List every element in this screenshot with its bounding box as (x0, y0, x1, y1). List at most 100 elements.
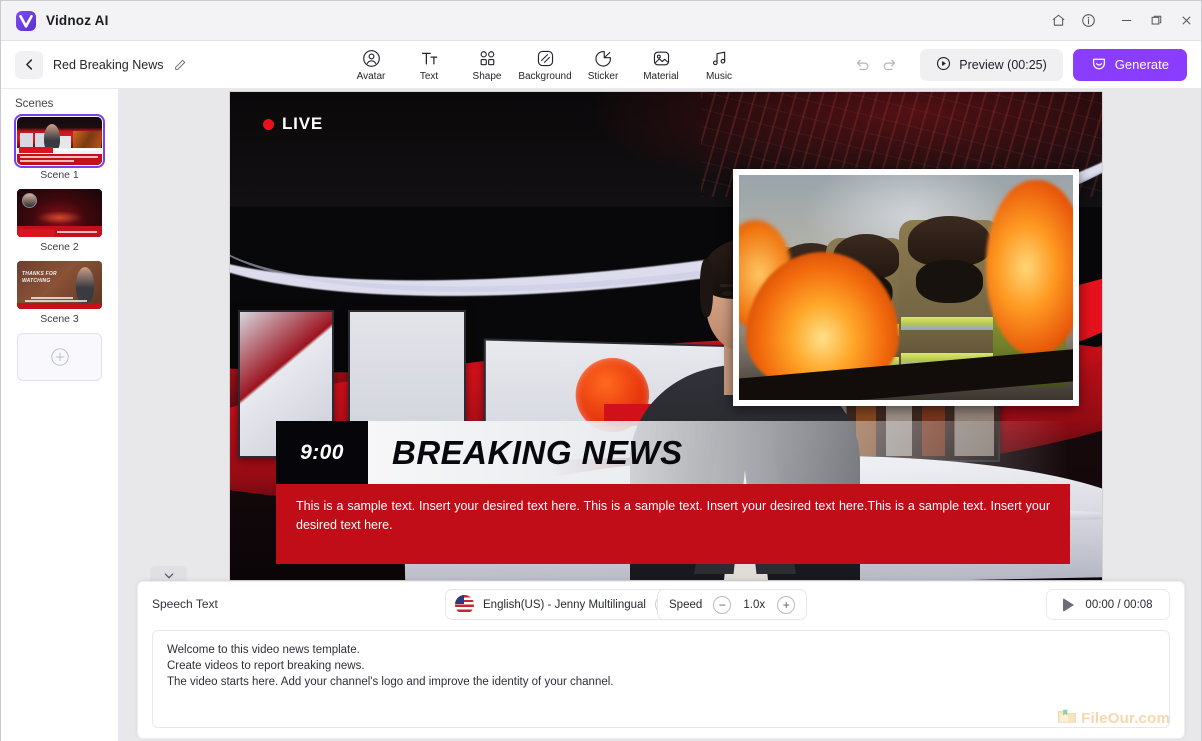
speed-control: Speed − 1.0x + (657, 589, 808, 620)
us-flag-icon (455, 595, 474, 614)
scene-list-item-3[interactable]: THANKS FOR WATCHING Scene 3 (1, 261, 118, 325)
tool-group: Avatar Text Shape Background Sticker Mat… (342, 41, 748, 89)
speech-panel: Speech Text English(US) - Jenny Multilin… (137, 581, 1185, 739)
helmet-icon (908, 216, 991, 266)
preview-play-icon (936, 56, 951, 74)
scene-thumbnail-3[interactable]: THANKS FOR WATCHING (17, 261, 102, 309)
music-icon (710, 48, 729, 69)
pencil-icon[interactable] (173, 58, 187, 72)
script-textarea[interactable]: Welcome to this video news template. Cre… (152, 630, 1170, 728)
tool-shape-label: Shape (472, 71, 502, 82)
maximize-icon[interactable] (1141, 1, 1171, 41)
generate-button[interactable]: Generate (1072, 48, 1187, 81)
generate-label: Generate (1114, 57, 1169, 72)
flame-right (986, 179, 1073, 355)
add-scene-button[interactable] (17, 333, 102, 381)
tool-music[interactable]: Music (690, 42, 748, 88)
speed-increase-button[interactable]: + (777, 595, 796, 614)
plus-icon (50, 348, 69, 366)
speed-decrease-button[interactable]: − (713, 595, 732, 614)
tool-avatar-label: Avatar (356, 71, 386, 82)
script-line-1: Welcome to this video news template. (167, 644, 360, 656)
add-scene-item[interactable] (1, 333, 118, 381)
avatar-icon (362, 48, 381, 69)
audio-player[interactable]: 00:00 / 00:08 (1046, 589, 1170, 620)
info-icon[interactable] (1073, 1, 1103, 41)
playback-time: 00:00 / 00:08 (1085, 598, 1153, 611)
presenter-hair-left (700, 259, 713, 317)
history-controls (854, 56, 898, 73)
scene-thumb-chip (19, 147, 53, 153)
scene-label-1: Scene 1 (40, 169, 79, 181)
voice-selector[interactable]: English(US) - Jenny Multilingual ••• (445, 589, 682, 620)
editor-toolbar: Red Breaking News Avatar Text Shape Back… (1, 41, 1201, 89)
play-icon[interactable] (1063, 597, 1075, 612)
minimize-icon[interactable] (1111, 1, 1141, 41)
generate-icon (1091, 55, 1107, 74)
preview-label: Preview (00:25) (959, 57, 1047, 72)
window-controls (1043, 1, 1201, 41)
lower-third-ticker[interactable]: This is a sample text. Insert your desir… (276, 484, 1070, 564)
video-canvas[interactable]: LIVE 9:00 BREAKING NEWS This is a sample… (229, 91, 1103, 581)
material-icon (652, 48, 671, 69)
tool-background[interactable]: Background (516, 42, 574, 88)
reflective-stripe (901, 316, 998, 330)
scene-label-2: Scene 2 (40, 241, 79, 253)
speed-value: 1.0x (743, 598, 766, 611)
mask-shape (916, 259, 983, 304)
lower-third-time: 9:00 (276, 421, 368, 484)
shape-icon (478, 48, 497, 69)
project-title: Red Breaking News (53, 57, 164, 72)
tool-avatar[interactable]: Avatar (342, 42, 400, 88)
undo-icon[interactable] (854, 56, 871, 73)
tool-sticker-label: Sticker (587, 71, 619, 82)
scene-thumbnail-2[interactable] (17, 189, 102, 237)
tool-background-label: Background (518, 71, 572, 82)
speed-label: Speed (669, 598, 703, 611)
inset-photo[interactable] (733, 169, 1079, 406)
tool-sticker[interactable]: Sticker (574, 42, 632, 88)
live-label: LIVE (282, 114, 323, 133)
lower-third-title-row[interactable]: 9:00 BREAKING NEWS (276, 421, 1070, 484)
inset-photo-image (739, 175, 1073, 400)
toolbar-actions: Preview (00:25) Generate (854, 48, 1201, 81)
live-dot-icon (263, 118, 274, 130)
scenes-sidebar: Scenes Scene 1 Scene 2 THANKS FOR WATCHI… (1, 89, 119, 741)
script-line-2: Create videos to report breaking news. (167, 660, 365, 672)
title-bar: Vidnoz AI (1, 1, 1201, 41)
thumb-text-line1: THANKS FOR (22, 271, 57, 277)
presenter-eye-left (722, 291, 733, 296)
lower-third-headline: BREAKING NEWS (368, 421, 1070, 484)
voice-name: English(US) - Jenny Multilingual (483, 598, 646, 611)
app-window: Vidnoz AI Red Breaking News Avatar Text … (0, 0, 1202, 741)
background-icon (536, 48, 555, 69)
redo-icon[interactable] (881, 56, 898, 73)
tool-material[interactable]: Material (632, 42, 690, 88)
scene-list-item-1[interactable]: Scene 1 (1, 114, 118, 181)
text-icon (420, 48, 439, 69)
tool-text-label: Text (419, 71, 439, 82)
sticker-icon (594, 48, 613, 69)
tool-shape[interactable]: Shape (458, 42, 516, 88)
tool-material-label: Material (643, 71, 679, 82)
app-brand: Vidnoz AI (1, 10, 109, 32)
back-button[interactable] (15, 50, 43, 79)
thumb-text-line2: WATCHING (22, 278, 51, 284)
close-icon[interactable] (1171, 1, 1201, 41)
tool-text[interactable]: Text (400, 42, 458, 88)
script-line-3: The video starts here. Add your channel'… (167, 676, 614, 688)
scene-list-item-2[interactable]: Scene 2 (1, 189, 118, 253)
scene-thumbnail-1[interactable] (14, 114, 105, 168)
preview-button[interactable]: Preview (00:25) (920, 48, 1063, 81)
live-badge[interactable]: LIVE (263, 114, 323, 134)
speech-text-label: Speech Text (152, 597, 218, 611)
scene-thumb-text: THANKS FOR WATCHING (22, 271, 57, 285)
app-title: Vidnoz AI (46, 13, 109, 28)
scene-label-3: Scene 3 (40, 313, 79, 325)
scenes-header: Scenes (15, 98, 54, 110)
tool-music-label: Music (705, 71, 733, 82)
project-header: Red Breaking News (1, 50, 187, 79)
vidnoz-logo-icon (15, 10, 37, 32)
home-icon[interactable] (1043, 1, 1073, 41)
scene-thumb-ticker (17, 303, 102, 309)
